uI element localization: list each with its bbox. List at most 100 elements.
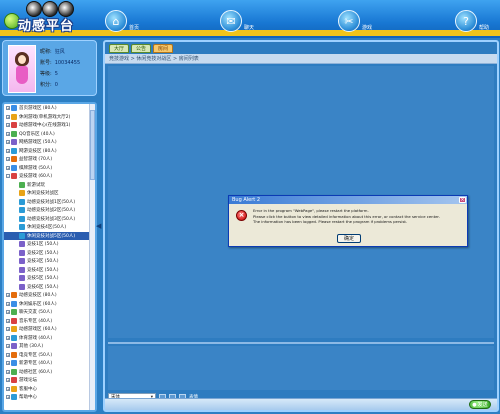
expand-toggle-icon[interactable]: + (6, 386, 10, 391)
expand-toggle-icon[interactable]: + (6, 106, 10, 111)
tree-scrollbar[interactable] (89, 104, 95, 410)
nav-button-3[interactable]: ? 帮助 (455, 8, 489, 32)
expand-toggle-icon[interactable]: + (6, 369, 10, 374)
expand-toggle-icon[interactable]: + (6, 114, 10, 119)
expand-toggle-icon[interactable]: + (6, 148, 10, 153)
dialog-message: Error in the program "WebPage", please r… (253, 208, 465, 225)
tree-item[interactable]: + 休闲娱乐区 (60人) (4, 300, 95, 309)
expand-toggle-icon[interactable]: + (6, 157, 10, 162)
expand-toggle-icon[interactable]: - (6, 174, 10, 179)
tree-item[interactable]: + 动感社区 (60人) (4, 368, 95, 377)
tree-item[interactable]: + 帮助中心 (4, 393, 95, 402)
expand-toggle-icon[interactable]: + (6, 378, 10, 383)
tree-item[interactable]: 竞技1区 (50人) (4, 240, 95, 249)
profile-key: 账号: (40, 60, 52, 66)
tree-item-label: 动感游戏中心(在线游戏1) (19, 123, 71, 129)
nav-button-1[interactable]: ✉ 聊天 (220, 8, 254, 32)
expand-toggle-icon[interactable]: + (6, 310, 10, 315)
scrollbar-thumb[interactable] (90, 110, 95, 180)
tree-item-label: 其他 (30人) (19, 344, 44, 350)
close-icon[interactable]: × (459, 197, 466, 203)
tree-item[interactable]: + 动感游戏区 (60人) (4, 325, 95, 334)
expand-toggle-icon[interactable]: + (6, 344, 10, 349)
room-tree[interactable]: + 首页游戏区 (80人) + 休闲游戏(单机游戏大厅2) + 动感游戏中心(在线游戏1)… (2, 102, 97, 412)
room-icon (11, 351, 17, 358)
tree-item[interactable]: + 网络游戏区 (50人) (4, 138, 95, 147)
expand-toggle-icon[interactable]: + (6, 352, 10, 357)
tree-item[interactable]: 竞技2区 (50人) (4, 249, 95, 258)
tree-item[interactable]: + 游戏论坛 (4, 376, 95, 385)
tree-item[interactable]: + 动感游戏中心(在线游戏1) (4, 121, 95, 130)
tree-item[interactable]: + 其他 (30人) (4, 342, 95, 351)
tree-item[interactable]: 新游试玩 (4, 181, 95, 190)
expand-toggle-icon[interactable]: + (6, 318, 10, 323)
tree-item[interactable]: 动感竞技对战2区(50人) (4, 206, 95, 215)
tree-item[interactable]: 竞技4区 (50人) (4, 266, 95, 275)
tree-item[interactable]: 竞技3区 (50人) (4, 257, 95, 266)
error-icon: × (236, 210, 247, 221)
tree-item[interactable]: + QQ音乐区 (40人) (4, 130, 95, 139)
nav-button-0[interactable]: ⌂ 首页 (105, 8, 139, 32)
room-icon (11, 377, 17, 384)
tree-item-label: QQ音乐区 (40人) (19, 131, 55, 137)
expand-toggle-icon[interactable]: + (6, 131, 10, 136)
tab-1[interactable]: 公告 (131, 44, 151, 53)
tree-item-label: 动感竞技对战3区(50人) (27, 216, 76, 222)
expand-toggle-icon[interactable]: + (6, 140, 10, 145)
room-icon (11, 113, 17, 120)
tree-item[interactable]: 动感竞技对战3区(50人) (4, 215, 95, 224)
tree-item-label: 竞技4区 (50人) (27, 267, 59, 273)
tab-2[interactable]: 房间 (153, 44, 173, 53)
tree-item[interactable]: + 首页游戏区 (80人) (4, 104, 95, 113)
nav-button-2[interactable]: ✂ 游戏 (338, 8, 372, 32)
dialog-titlebar[interactable]: Bug Alert 2 × (229, 196, 467, 204)
tree-item[interactable]: + 聊天交友 (50人) (4, 308, 95, 317)
tree-item[interactable]: + 新游专区 (40人) (4, 359, 95, 368)
tree-item[interactable]: + 电竞专区 (50人) (4, 351, 95, 360)
collapse-panel-arrow-icon[interactable]: ◀ (96, 222, 101, 232)
app-header: 动感平台 ⌂ 首页 ✉ 聊天 ✂ 游戏 ? 帮助 (0, 0, 500, 38)
room-icon (19, 266, 25, 273)
expand-toggle-icon[interactable]: + (6, 301, 10, 306)
expand-toggle-icon[interactable]: + (6, 293, 10, 298)
tree-item[interactable]: + 休闲游戏(单机游戏大厅2) (4, 113, 95, 122)
splitter[interactable] (108, 342, 494, 344)
expand-toggle-icon[interactable]: + (6, 165, 10, 170)
profile-key: 等级: (40, 71, 52, 77)
room-icon (19, 207, 25, 214)
tree-item[interactable]: 竞技6区 (50人) (4, 283, 95, 292)
expand-toggle-icon[interactable]: + (6, 327, 10, 332)
tree-item[interactable]: + 益智游戏 (70人) (4, 155, 95, 164)
tree-item[interactable]: + 动感竞技区 (80人) (4, 291, 95, 300)
tree-item[interactable]: 休闲竞技4区(50人) (4, 223, 95, 232)
profile-key: 积分: (40, 82, 52, 88)
tree-item[interactable]: 动感竞技对战1区(50人) (4, 198, 95, 207)
message-input-area[interactable] (108, 346, 494, 390)
tree-item[interactable]: + 客服中心 (4, 385, 95, 394)
send-button[interactable]: ● 发送 (469, 400, 491, 409)
tree-item[interactable]: 竞技5区 (50人) (4, 274, 95, 283)
left-panel: 昵称: 狂风 账号: 10034455 等级: 5 积分: 0 + 首页游戏区 (80人) + 休闲… (2, 40, 97, 412)
room-icon (11, 300, 17, 307)
tree-item[interactable]: + 棋牌游戏 (50人) (4, 164, 95, 173)
avatar[interactable] (8, 45, 36, 93)
tree-item[interactable]: 休闲竞技对战区 (4, 189, 95, 198)
tree-item[interactable]: - 竞技游戏 (60人) (4, 172, 95, 181)
expand-toggle-icon[interactable]: + (6, 395, 10, 400)
app-logo: 动感平台 (4, 1, 96, 37)
tree-item[interactable]: + 体育游戏 (40人) (4, 334, 95, 343)
expand-toggle-icon[interactable]: + (6, 123, 10, 128)
room-icon (11, 309, 17, 316)
room-icon (19, 198, 25, 205)
room-icon (19, 181, 25, 188)
send-icon: ● (472, 401, 477, 408)
tree-item-label: 休闲游戏(单机游戏大厅2) (19, 114, 71, 120)
chat-icon: ✉ (220, 10, 242, 32)
tree-item[interactable]: + 音乐专区 (40人) (4, 317, 95, 326)
tab-0[interactable]: 大厅 (109, 44, 129, 53)
expand-toggle-icon[interactable]: + (6, 335, 10, 340)
ok-button[interactable]: 确定 (337, 234, 361, 243)
tree-item[interactable]: 休闲竞技对战5区(50人) (4, 231, 95, 240)
expand-toggle-icon[interactable]: + (6, 361, 10, 366)
tree-item[interactable]: + 网游竞技区 (80人) (4, 147, 95, 156)
